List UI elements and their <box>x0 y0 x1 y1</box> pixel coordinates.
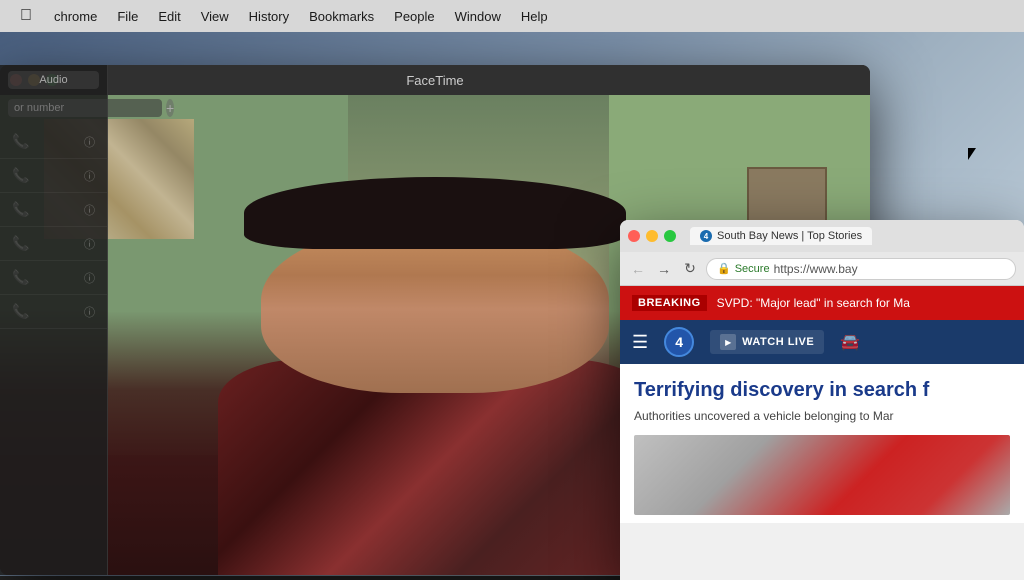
address-bar[interactable]: 🔒 Secure https://www.bay <box>706 258 1016 280</box>
url-text: https://www.bay <box>774 262 858 276</box>
back-button[interactable]: ← <box>628 259 648 279</box>
menu-people[interactable]: People <box>384 0 444 32</box>
channel-logo: 4 <box>664 327 694 357</box>
menu-chrome[interactable]: chrome <box>44 0 107 32</box>
info-icon-4[interactable]: ⓘ <box>84 236 95 252</box>
breaking-news-text: SVPD: "Major lead" in search for Ma <box>717 296 910 310</box>
breaking-label: BREAKING <box>632 295 707 311</box>
browser-minimize-button[interactable] <box>646 230 658 242</box>
news-content-area: Terrifying discovery in search f Authori… <box>620 364 1024 523</box>
phone-icon-6: 📞 <box>12 303 29 320</box>
news-navbar: ☰ 4 ▶ WATCH LIVE 🚘 <box>620 320 1024 364</box>
watch-live-label: WATCH LIVE <box>742 336 814 348</box>
info-icon-2[interactable]: ⓘ <box>84 168 95 184</box>
browser-tab[interactable]: 4 South Bay News | Top Stories <box>690 227 872 245</box>
info-icon-3[interactable]: ⓘ <box>84 202 95 218</box>
contact-row-1[interactable]: 📞 ⓘ <box>0 125 107 159</box>
browser-window: 4 South Bay News | Top Stories ← → ↻ 🔒 S… <box>620 220 1024 580</box>
add-contact-button[interactable]: + <box>166 99 174 117</box>
news-headline: Terrifying discovery in search f <box>634 378 1010 402</box>
menu-window[interactable]: Window <box>445 0 511 32</box>
breaking-news-bar: BREAKING SVPD: "Major lead" in search fo… <box>620 286 1024 320</box>
contact-row-3[interactable]: 📞 ⓘ <box>0 193 107 227</box>
contact-row-5[interactable]: 📞 ⓘ <box>0 261 107 295</box>
phone-icon-1: 📞 <box>12 133 29 150</box>
facetime-titlebar: FaceTime <box>0 65 870 95</box>
channel-favicon: 4 <box>700 230 712 242</box>
facetime-number-input[interactable] <box>8 99 162 117</box>
info-icon-1[interactable]: ⓘ <box>84 134 95 150</box>
info-icon-5[interactable]: ⓘ <box>84 270 95 286</box>
browser-toolbar: ← → ↻ 🔒 Secure https://www.bay <box>620 252 1024 286</box>
browser-maximize-button[interactable] <box>664 230 676 242</box>
menubar:  chrome File Edit View History Bookmark… <box>0 0 1024 32</box>
menu-file[interactable]: File <box>107 0 148 32</box>
hamburger-menu-icon[interactable]: ☰ <box>632 332 648 353</box>
contact-row-2[interactable]: 📞 ⓘ <box>0 159 107 193</box>
phone-icon-3: 📞 <box>12 201 29 218</box>
facetime-sidebar: Audio + 📞 ⓘ 📞 ⓘ 📞 ⓘ 📞 ⓘ 📞 ⓘ 📞 ⓘ <box>0 65 108 575</box>
audio-tab[interactable]: Audio <box>8 71 99 89</box>
menu-edit[interactable]: Edit <box>148 0 190 32</box>
menu-history[interactable]: History <box>239 0 299 32</box>
traffic-icon[interactable]: 🚘 <box>840 332 860 352</box>
menu-help[interactable]: Help <box>511 0 558 32</box>
phone-icon-4: 📞 <box>12 235 29 252</box>
contact-row-6[interactable]: 📞 ⓘ <box>0 295 107 329</box>
browser-close-button[interactable] <box>628 230 640 242</box>
play-icon: ▶ <box>720 334 736 350</box>
secure-label: Secure <box>735 263 770 275</box>
contact-row-4[interactable]: 📞 ⓘ <box>0 227 107 261</box>
secure-lock-icon: 🔒 <box>717 262 731 275</box>
news-subtext: Authorities uncovered a vehicle belongin… <box>634 408 1010 425</box>
apple-menu[interactable]:  <box>8 0 44 32</box>
phone-icon-5: 📞 <box>12 269 29 286</box>
tab-title: South Bay News | Top Stories <box>717 230 862 242</box>
facetime-title: FaceTime <box>406 73 463 88</box>
menu-view[interactable]: View <box>191 0 239 32</box>
forward-button[interactable]: → <box>654 259 674 279</box>
refresh-button[interactable]: ↻ <box>680 259 700 279</box>
phone-icon-2: 📞 <box>12 167 29 184</box>
info-icon-6[interactable]: ⓘ <box>84 304 95 320</box>
watch-live-button[interactable]: ▶ WATCH LIVE <box>710 330 824 354</box>
person-hair <box>244 177 627 249</box>
browser-titlebar: 4 South Bay News | Top Stories <box>620 220 1024 252</box>
news-image <box>634 435 1010 515</box>
person-head <box>261 225 609 393</box>
menu-bookmarks[interactable]: Bookmarks <box>299 0 384 32</box>
facetime-search-row: + <box>0 95 107 121</box>
